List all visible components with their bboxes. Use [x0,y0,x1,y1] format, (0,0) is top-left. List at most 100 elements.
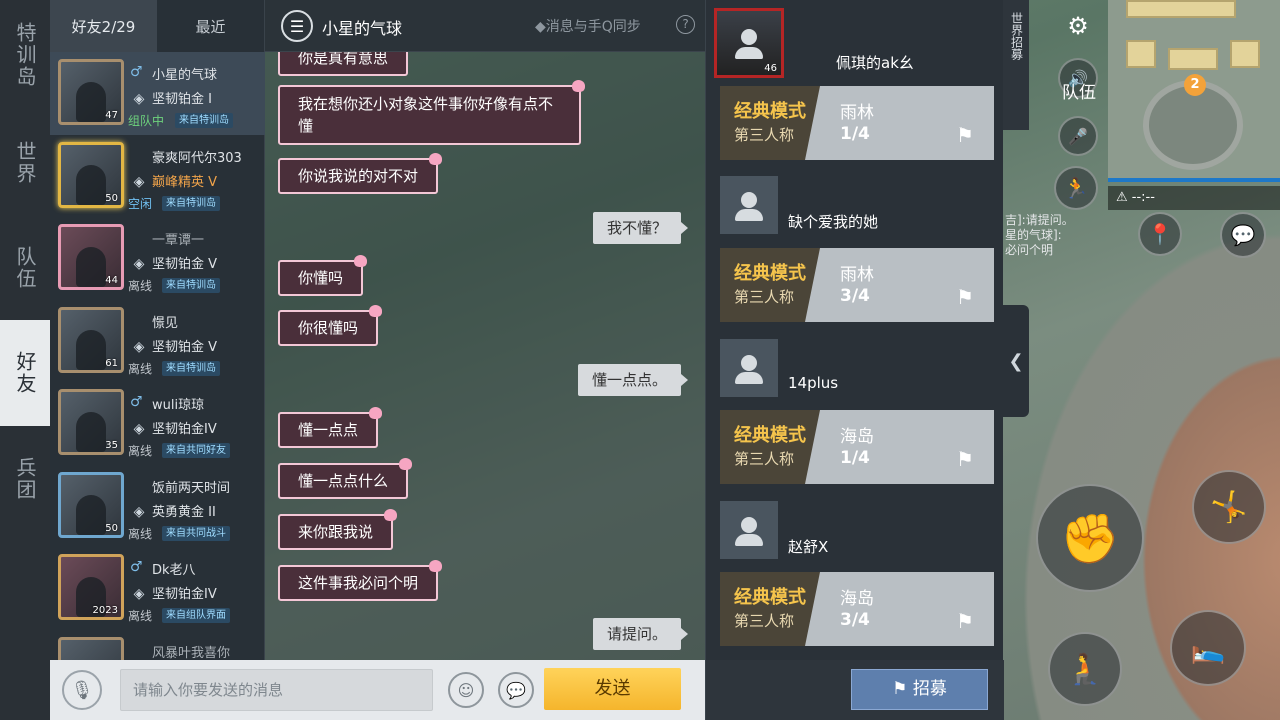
nav-world[interactable]: 世界 [0,110,50,215]
friend-status: 组队中 [128,114,165,128]
avatar[interactable] [720,339,778,397]
rank-icon: ◈ [133,503,145,520]
mode-card[interactable]: 经典模式 第三人称 雨林 1/4 ⚑ [720,86,994,160]
recruit-panel: 46 佩琪的ak幺 经典模式 第三人称 雨林 1/4 ⚑ 缺个爱我的她 经典模式… [705,0,1004,720]
tab-recent[interactable]: 最近 [157,0,264,52]
friend-status: 离线 [128,361,153,376]
recruit-list[interactable]: 46 佩琪的ak幺 经典模式 第三人称 雨林 1/4 ⚑ 缺个爱我的她 经典模式… [706,0,1004,660]
level-badge: 50 [105,522,118,534]
friend-status: 离线 [128,279,153,293]
friend-item[interactable]: 35 ♂ wuli琼琼 ◈ 坚韧铂金IV 离线 来自共同好友 [50,382,265,465]
friend-rank: 坚韧铂金 I [152,92,212,107]
friend-name: Dk老八 [152,563,196,578]
friend-status: 空闲 [128,196,153,211]
message-outgoing: 我不懂？ [592,212,689,244]
avatar: 61 [58,306,124,373]
help-icon[interactable]: ? [676,15,695,34]
mode-name: 经典模式 [734,101,806,122]
friend-item[interactable]: 风暴叶我喜你 [50,630,265,661]
chat-messages[interactable]: 你是真有意思 我在想你还小对象这件事你好像有点不懂 你说我说的对不对 我不懂？ … [265,52,705,660]
flag-join-icon[interactable]: ⚑ [956,446,982,472]
map-name: 海岛 [840,427,874,447]
flag-join-icon[interactable]: ⚑ [956,122,982,148]
chat-icon[interactable]: 💬 [1220,212,1266,258]
tab-friends[interactable]: 好友2/29 [50,0,157,52]
friend-source-tag: 来自特训岛 [162,360,220,376]
friend-item[interactable]: 44 一覃谭一 ◈ 坚韧铂金 V 离线 来自特训岛 [50,217,265,300]
prone-icon[interactable]: 🛌 [1170,610,1246,686]
chat-header: ☰ 小星的气球 ◆消息与手Q同步 ? [265,0,705,52]
fist-icon[interactable]: ✊ [1036,484,1144,592]
message-input[interactable] [120,669,433,711]
nav-corps[interactable]: 兵团 [0,426,50,531]
male-icon: ♂ [130,559,143,575]
recruit-item[interactable]: 赵舒X 经典模式 第三人称 海岛 3/4 ⚑ [706,501,1004,651]
level-badge: 47 [105,110,118,121]
rank-icon: ◈ [133,173,145,190]
mode-card[interactable]: 经典模式 第三人称 海岛 1/4 ⚑ [720,410,994,484]
chat-feed: 吉]:请提问。 星的气球]: 必问个明 [1005,213,1074,258]
team-slots: 1/4 [840,448,870,468]
friend-name: 憬见 [152,315,179,331]
avatar: 50 [58,141,124,208]
avatar[interactable] [720,501,778,559]
recruit-button[interactable]: ⚑ 招募 [851,669,988,710]
mode-card[interactable]: 经典模式 第三人称 雨林 3/4 ⚑ [720,248,994,322]
recruit-item[interactable]: 46 佩琪的ak幺 经典模式 第三人称 雨林 1/4 ⚑ [706,6,1004,164]
send-button[interactable]: 发送 [544,668,681,710]
nav-label: 好友 [13,351,37,395]
sync-label[interactable]: ◆消息与手Q同步 [535,16,641,36]
world-recruit-tab[interactable]: 世界招募 [1003,0,1029,130]
emoji-icon[interactable]: ☺ [448,672,484,708]
friend-source-tag: 来自共同好友 [162,443,230,458]
nav-team[interactable]: 队伍 [0,215,50,320]
nav-label: 世界 [13,140,37,185]
avatar: 47 [58,59,124,125]
mode-card[interactable]: 经典模式 第三人称 海岛 3/4 ⚑ [720,572,994,646]
nav-label: 特训岛 [13,22,37,88]
recruit-bar: ⚑ 招募 [706,660,1004,720]
team-slots: 1/4 [840,124,870,144]
team-slots: 3/4 [840,286,870,306]
friend-item[interactable]: 61 憬见 ◈ 坚韧铂金 V 离线 来自特训岛 [50,300,265,383]
friend-rank: 坚韧铂金 V [152,257,218,272]
microphone-icon[interactable]: 🎤 [1058,116,1098,156]
level-badge: 46 [764,63,777,74]
friend-source-tag: 来自共同战斗 [162,525,230,541]
sprint-icon[interactable]: 🏃 [1054,166,1098,210]
flag-join-icon[interactable]: ⚑ [956,608,982,634]
chevron-left-icon[interactable]: ❮ [1003,305,1029,417]
team-label: 队伍 [1062,83,1096,103]
nav-friends[interactable]: 好友 [0,320,50,426]
mode-view: 第三人称 [734,126,795,144]
friend-name: 小星的气球 [152,68,218,83]
flag-join-icon[interactable]: ⚑ [956,284,982,310]
avatar[interactable] [720,176,778,234]
crouch-icon[interactable]: 🧎 [1048,632,1122,706]
friend-name: 风暴叶我喜你 [152,645,231,661]
minimap[interactable]: 2 [1108,0,1280,182]
friend-item[interactable]: 47 ♂ 小星的气球 ◈ 坚韧铂金 I 组队中 来自特训岛 [50,52,265,135]
quick-phrase-icon[interactable]: 💬 [498,672,534,708]
jump-icon[interactable]: 🤸 [1192,470,1266,544]
settings-gear-icon[interactable]: ⚙ [1060,8,1096,44]
recruit-item[interactable]: 缺个爱我的她 经典模式 第三人称 雨林 3/4 ⚑ [706,176,1004,326]
avatar[interactable]: 46 [714,8,784,78]
location-pin-icon[interactable]: 📍 [1138,212,1182,256]
male-icon: ♂ [130,394,143,410]
message-incoming: 你懂吗 [278,255,368,296]
friend-rank: 坚韧铂金IV [152,422,217,437]
list-icon[interactable]: ☰ [281,10,313,42]
microphone-icon[interactable]: 🎙 [62,670,102,710]
nav-training-island[interactable]: 特训岛 [0,0,50,110]
friend-item[interactable]: 50 饭前两天时间 ◈ 英勇黄金 II 离线 来自共同战斗 [50,465,265,548]
message-incoming: 你说我说的对不对 [278,153,443,194]
friend-item[interactable]: 50 豪爽阿代尔303 ◈ 巅峰精英 V 空闲 来自特训岛 [50,135,265,218]
recruit-button-label: 招募 [912,679,947,699]
recruit-item[interactable]: 14plus 经典模式 第三人称 海岛 1/4 ⚑ [706,339,1004,489]
friend-status: 离线 [128,444,153,458]
nav-label: 兵团 [13,456,37,501]
friend-item[interactable]: 2023 ♂ Dk老八 ◈ 坚韧铂金IV 离线 来自组队界面 [50,547,265,630]
friend-source-tag: 来自特训岛 [162,278,220,293]
rank-icon: ◈ [133,256,145,272]
